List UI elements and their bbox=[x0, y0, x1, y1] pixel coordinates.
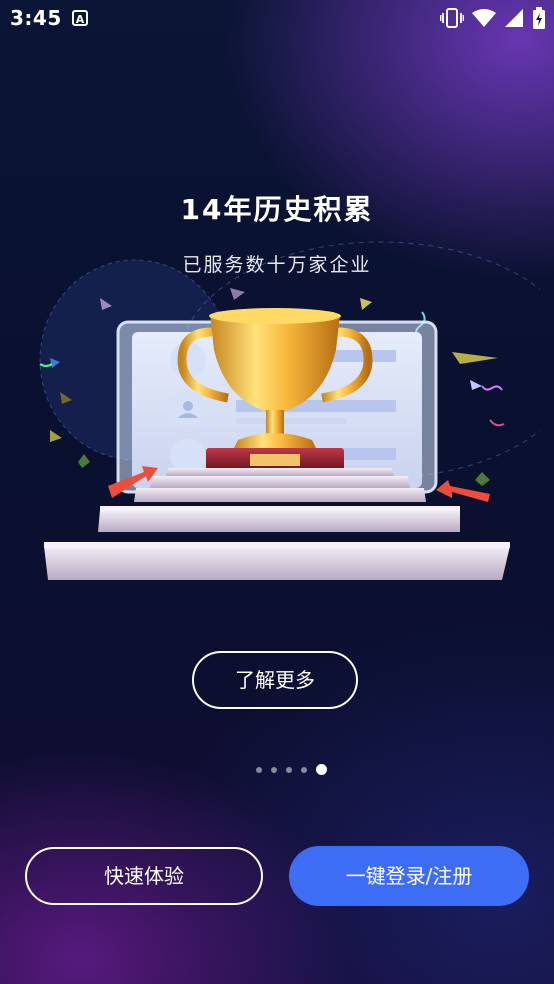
quick-experience-button[interactable]: 快速体验 bbox=[25, 847, 263, 905]
status-bar: 3:45 A bbox=[0, 0, 554, 36]
pager-dots bbox=[14, 764, 554, 775]
pager-dot-active[interactable] bbox=[315, 764, 327, 775]
wifi-icon bbox=[472, 9, 496, 27]
hero-subtitle: 已服务数十万家企业 bbox=[182, 254, 372, 276]
notification-icon: A bbox=[72, 10, 88, 26]
vibrate-icon bbox=[440, 8, 464, 28]
trophy-illustration bbox=[39, 241, 540, 580]
learn-more-button[interactable]: 了解更多 bbox=[192, 651, 358, 709]
one-click-login-button[interactable]: 一键登录/注册 bbox=[289, 846, 529, 906]
pager-dot[interactable] bbox=[270, 766, 277, 773]
pager-dot[interactable] bbox=[255, 766, 262, 773]
status-time: 3:45 bbox=[10, 6, 62, 30]
pager-dot[interactable] bbox=[285, 766, 292, 773]
status-icons bbox=[440, 7, 546, 29]
hero-title: 14年历史积累 bbox=[180, 193, 374, 226]
battery-icon bbox=[533, 7, 545, 29]
signal-icon bbox=[505, 9, 523, 27]
pager-dot[interactable] bbox=[300, 766, 307, 773]
